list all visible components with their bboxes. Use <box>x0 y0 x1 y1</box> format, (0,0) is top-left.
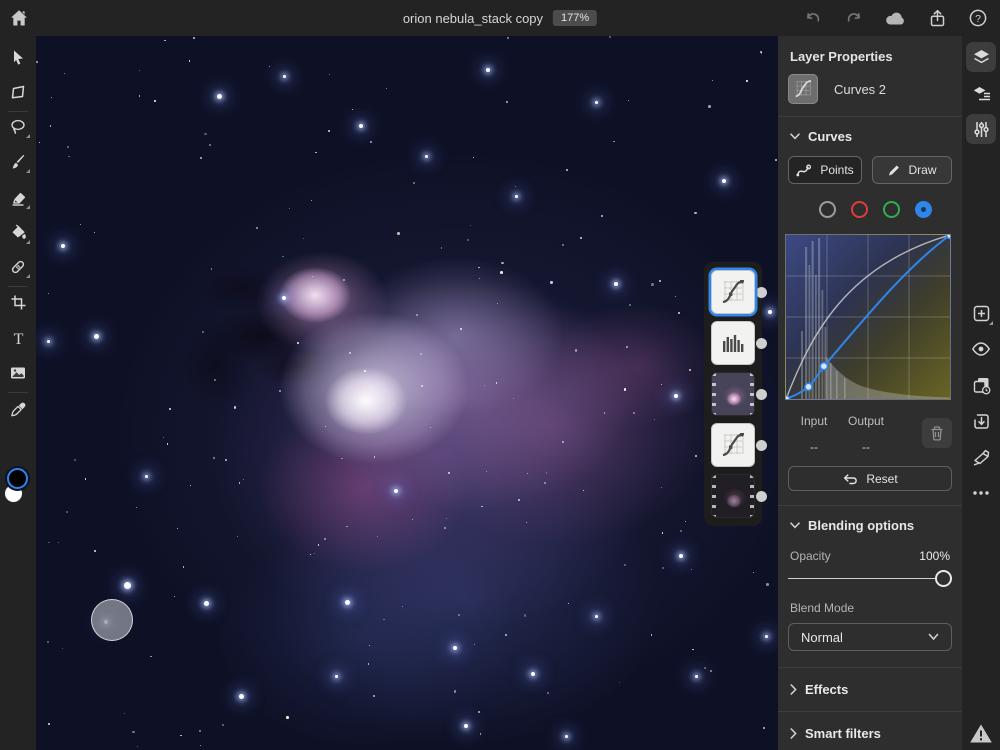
blend-mode-select[interactable]: Normal <box>788 623 952 651</box>
curve-point[interactable] <box>946 235 950 239</box>
channel-green[interactable] <box>883 201 900 218</box>
curve-point[interactable] <box>805 383 812 390</box>
chevron-down-icon <box>928 633 939 641</box>
channel-selector <box>788 201 952 218</box>
redo-icon[interactable] <box>844 9 863 28</box>
photoshop-app: orion nebula_stack copy 177% ? <box>0 0 1000 750</box>
clip-mask-button[interactable] <box>966 442 996 472</box>
trash-icon <box>930 426 944 441</box>
layer-handle[interactable] <box>756 491 767 502</box>
warning-indicator[interactable] <box>962 723 1000 744</box>
opacity-value: 100% <box>919 549 950 563</box>
layer-visibility-button[interactable] <box>966 334 996 364</box>
layer-handle[interactable] <box>756 338 767 349</box>
curve-point[interactable] <box>786 395 790 399</box>
opacity-label: Opacity <box>790 549 831 563</box>
type-tool[interactable]: T <box>0 323 36 353</box>
layer-thumb-curves-selected[interactable] <box>711 270 755 314</box>
layer-properties-view-button[interactable] <box>966 78 996 108</box>
channel-rgb[interactable] <box>819 201 836 218</box>
fill-tool[interactable] <box>0 218 36 248</box>
titlebar-actions: ? <box>804 0 988 36</box>
layer-thumb-image-dark[interactable] <box>711 474 755 518</box>
points-curve-icon <box>796 164 813 177</box>
reset-button[interactable]: Reset <box>788 466 952 491</box>
panel-title: Layer Properties <box>788 36 952 74</box>
adjustments-view-button[interactable] <box>966 114 996 144</box>
blend-mode-label: Blend Mode <box>790 601 950 615</box>
place-image-tool[interactable] <box>0 358 36 388</box>
eraser-tool[interactable] <box>0 183 36 213</box>
svg-text:?: ? <box>975 13 981 25</box>
slider-track[interactable] <box>788 578 948 579</box>
layer-handle[interactable] <box>756 287 767 298</box>
reset-arrow-icon <box>842 473 858 485</box>
layer-name: Curves 2 <box>834 82 886 97</box>
channel-red[interactable] <box>851 201 868 218</box>
channel-blue-selected[interactable] <box>915 201 932 218</box>
input-output-row: Input -- Output -- <box>788 414 952 454</box>
svg-text:T: T <box>13 331 23 347</box>
document-title: orion nebula_stack copy <box>403 11 543 26</box>
curves-layer-thumb-icon <box>788 74 818 104</box>
home-icon[interactable] <box>9 8 29 28</box>
curves-section-header[interactable]: Curves <box>788 117 952 156</box>
selected-layer-row[interactable]: Curves 2 <box>788 74 952 116</box>
chevron-down-icon <box>790 133 800 140</box>
touch-shortcut-button[interactable] <box>91 599 133 641</box>
zoom-level-badge[interactable]: 177% <box>553 10 597 26</box>
star-field <box>36 36 778 750</box>
duplicate-layer-button[interactable] <box>966 370 996 400</box>
layer-thumb-levels[interactable] <box>711 321 755 365</box>
curve-point[interactable] <box>820 363 827 370</box>
draw-mode-button[interactable]: Draw <box>872 156 952 184</box>
send-to-button[interactable] <box>966 406 996 436</box>
layer-handle[interactable] <box>756 440 767 451</box>
opacity-row: Opacity 100% <box>790 549 950 563</box>
output-readout: Output -- <box>840 414 892 454</box>
slider-knob[interactable] <box>935 570 952 587</box>
brush-tool[interactable] <box>0 147 36 177</box>
pencil-icon <box>887 163 901 177</box>
input-readout: Input -- <box>788 414 840 454</box>
eyedropper-tool[interactable] <box>0 394 36 424</box>
delete-point-button[interactable] <box>922 418 952 448</box>
layer-handle[interactable] <box>756 389 767 400</box>
layer-strip <box>704 262 762 526</box>
healing-brush-tool[interactable] <box>0 252 36 282</box>
curves-graph[interactable] <box>785 234 951 400</box>
more-options-button[interactable] <box>966 478 996 508</box>
layers-view-button[interactable] <box>966 42 996 72</box>
crop-tool[interactable] <box>0 287 36 317</box>
curves-mode-buttons: Points Draw <box>788 156 952 184</box>
add-layer-button[interactable] <box>966 298 996 328</box>
chevron-right-icon <box>790 728 797 739</box>
help-icon[interactable]: ? <box>968 8 988 28</box>
title-bar: orion nebula_stack copy 177% ? <box>0 0 1000 36</box>
layer-thumb-curves[interactable] <box>711 423 755 467</box>
move-tool[interactable] <box>0 42 36 72</box>
smart-filters-section-header[interactable]: Smart filters <box>788 712 952 750</box>
transform-tool[interactable] <box>0 77 36 107</box>
document-canvas[interactable] <box>36 36 778 750</box>
layer-thumb-image[interactable] <box>711 372 755 416</box>
taskbar <box>962 36 1000 750</box>
document-title-group: orion nebula_stack copy 177% <box>403 0 597 36</box>
lasso-select-tool[interactable] <box>0 112 36 142</box>
cloud-sync-icon[interactable] <box>884 7 907 30</box>
chevron-down-icon <box>790 522 800 529</box>
histogram <box>801 238 950 399</box>
undo-icon[interactable] <box>804 9 823 28</box>
foreground-color-chip[interactable] <box>7 468 28 489</box>
effects-section-header[interactable]: Effects <box>788 668 952 711</box>
tool-bar: T <box>0 36 36 750</box>
blending-options-header[interactable]: Blending options <box>788 506 952 545</box>
layer-properties-panel: Layer Properties Curves 2 Curves Points … <box>778 36 962 750</box>
share-export-icon[interactable] <box>928 9 947 28</box>
chevron-right-icon <box>790 684 797 695</box>
points-mode-button[interactable]: Points <box>788 156 862 184</box>
opacity-slider[interactable] <box>788 569 952 589</box>
